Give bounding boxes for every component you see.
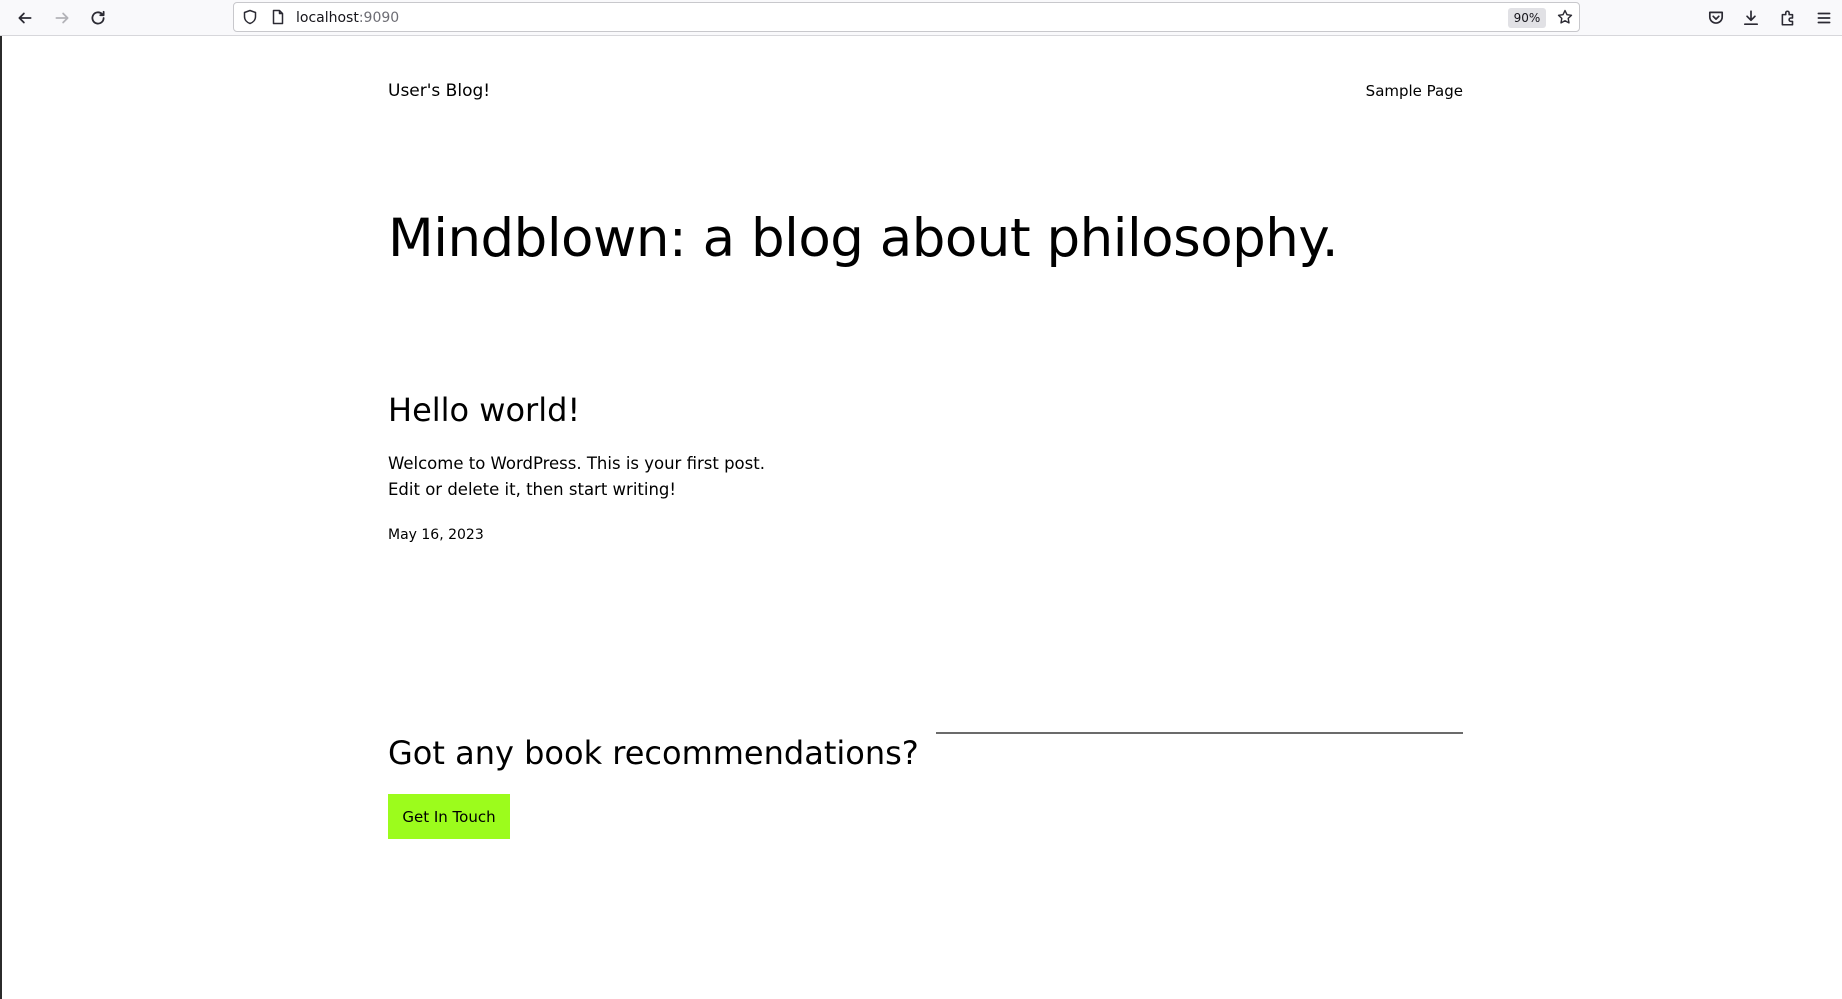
menu-icon[interactable]	[1810, 4, 1838, 32]
hero-heading: Mindblown: a blog about philosophy.	[388, 208, 1339, 269]
bookmark-star-icon[interactable]	[1557, 9, 1573, 25]
post-date[interactable]: May 16, 2023	[388, 525, 484, 545]
shield-icon[interactable]	[242, 9, 258, 25]
nav-link-sample-page[interactable]: Sample Page	[1366, 81, 1463, 101]
separator	[936, 732, 1463, 734]
cta-heading: Got any book recommendations?	[388, 734, 919, 772]
post-title[interactable]: Hello world!	[388, 390, 580, 430]
page-icon[interactable]	[270, 9, 286, 25]
url-host: localhost	[296, 10, 359, 26]
window-edge	[0, 0, 2, 999]
site-title[interactable]: User's Blog!	[388, 80, 490, 102]
url-bar[interactable]: localhost:9090 90%	[233, 2, 1580, 32]
download-icon[interactable]	[1737, 4, 1765, 32]
zoom-level-badge[interactable]: 90%	[1508, 8, 1546, 28]
forward-icon[interactable]	[48, 4, 76, 32]
browser-toolbar: localhost:9090 90%	[0, 0, 1842, 36]
pocket-icon[interactable]	[1702, 4, 1730, 32]
reload-icon[interactable]	[84, 4, 112, 32]
url-text[interactable]: localhost:9090	[296, 9, 399, 27]
extensions-icon[interactable]	[1774, 4, 1802, 32]
url-port: :9090	[358, 10, 400, 26]
get-in-touch-button[interactable]: Get In Touch	[388, 794, 510, 839]
back-icon[interactable]	[11, 4, 39, 32]
post-excerpt: Welcome to WordPress. This is your first…	[388, 454, 765, 499]
